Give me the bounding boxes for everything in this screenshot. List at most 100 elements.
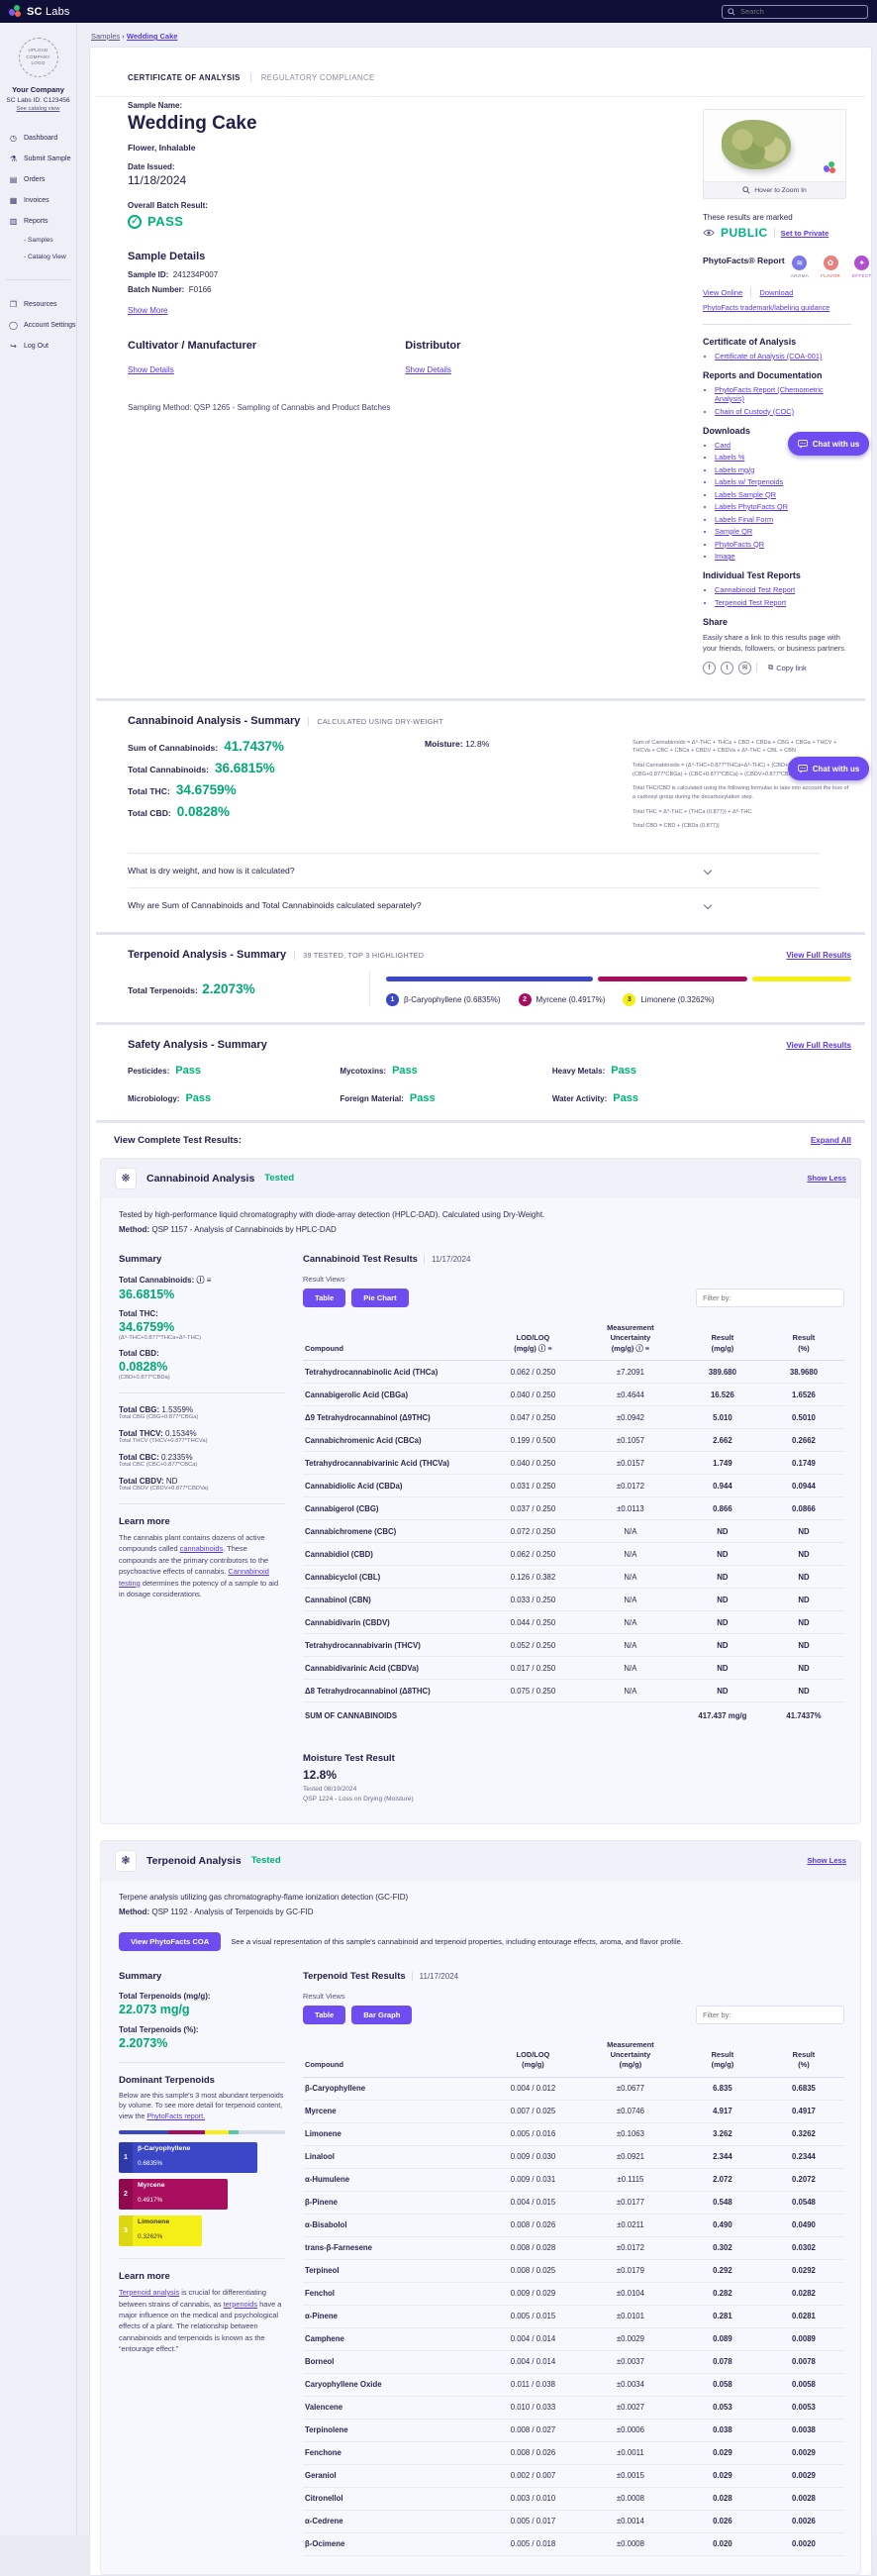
coa-link[interactable]: Certificate of Analysis (COA-001) (715, 352, 822, 361)
sidebar-item[interactable]: ⚗ Submit Sample (0, 149, 76, 169)
view-online-link[interactable]: View Online (703, 288, 742, 297)
search-input[interactable] (740, 7, 862, 16)
individual-report-link[interactable]: Cannabinoid Test Report (715, 585, 795, 594)
download-item-link[interactable]: PhytoFacts QR (715, 540, 764, 549)
sidebar-item[interactable]: ◷ Dashboard (0, 128, 76, 149)
terpenoid-total: Total Terpenoids (mg/g): 22.073 mg/g (119, 1992, 285, 2016)
email-icon[interactable]: ✉ (738, 661, 751, 674)
safety-item-result: Pass (175, 1064, 201, 1077)
uncertainty-value: ±0.0037 (578, 2350, 682, 2374)
global-search[interactable] (722, 4, 868, 19)
breadcrumb-samples-link[interactable]: Samples (91, 32, 120, 41)
lod-loq-value: 0.126 / 0.382 (486, 1565, 579, 1590)
tab-certificate-of-analysis[interactable]: CERTIFICATE OF ANALYSIS (128, 73, 241, 82)
download-item-link[interactable]: Card (715, 441, 731, 450)
terpenoid-total-label: Total Terpenoids (%): (119, 2024, 199, 2034)
report-doc-link[interactable]: Chain of Custody (COC) (715, 407, 794, 416)
distributor-show-details-link[interactable]: Show Details (405, 365, 451, 374)
cannabinoid-show-less-link[interactable]: Show Less (807, 1174, 846, 1183)
terpenoid-show-less-link[interactable]: Show Less (807, 1856, 846, 1865)
individual-report-link[interactable]: Terpenoid Test Report (715, 598, 786, 607)
subtotal-formula: Total CBDV (CBDV+0.877*CBDVa) (119, 1485, 209, 1492)
pie-chart-view-button[interactable]: Pie Chart (351, 1288, 409, 1307)
sample-photo[interactable]: Hover to Zoom In (703, 109, 846, 199)
download-item-link[interactable]: Labels Final Form (715, 515, 773, 524)
safety-item-label: Heavy Metals: (551, 1066, 606, 1076)
phytofacts-report-link[interactable]: PhytoFacts report. (146, 2112, 205, 2120)
sclabs-logo[interactable]: SC Labs (7, 5, 70, 18)
pass-check-icon: ✓ (128, 214, 142, 229)
compound-name: Cannabichromene (CBC) (303, 1519, 487, 1544)
hover-to-zoom[interactable]: Hover to Zoom In (704, 181, 845, 198)
lod-loq-value: 0.009 / 0.030 (486, 2145, 579, 2169)
phytofacts-guidance-link[interactable]: PhytoFacts trademark/labeling guidance (703, 303, 851, 312)
set-to-private-link[interactable]: Set to Private (781, 229, 829, 238)
dominant-pct: 0.4917% (138, 2197, 163, 2205)
table-row: Cannabichromenic Acid (CBCa) 0.199 / 0.5… (303, 1428, 844, 1453)
upload-company-logo[interactable]: UPLOAD COMPANY LOGO (18, 38, 58, 77)
lod-loq-value: 0.047 / 0.250 (486, 1405, 579, 1430)
download-item-link[interactable]: Labels PhytoFacts QR (715, 502, 788, 511)
report-doc-link[interactable]: PhytoFacts Report (Chemometric Analysis) (715, 385, 824, 403)
facebook-icon[interactable]: f (703, 661, 716, 674)
terpenoid-total-label: Total Terpenoids (mg/g): (119, 1991, 211, 2001)
cannabinoid-learn-more-text: The cannabis plant contains dozens of ac… (119, 1532, 279, 1599)
sidebar-sub-item[interactable]: - Samples (0, 232, 76, 249)
safety-item: Pesticides: Pass (128, 1065, 340, 1077)
result-mgg-value: 0.281 (681, 2305, 763, 2328)
uncertainty-value: N/A (578, 1656, 682, 1681)
faq-accordion-row[interactable]: What is dry weight, and how is it calcul… (128, 852, 820, 887)
expand-all-link[interactable]: Expand All (811, 1136, 851, 1145)
download-item-link[interactable]: Image (715, 552, 735, 561)
sidebar-sub-item[interactable]: - Catalog View (0, 249, 76, 265)
faq-accordion-row[interactable]: Why are Sum of Cannabinoids and Total Ca… (128, 886, 820, 922)
terpenoid-summary-meta: 39 TESTED, TOP 3 HIGHLIGHTED (294, 950, 424, 960)
sidebar-item[interactable]: ▥ Reports (0, 211, 76, 232)
terpenoid-results-title: Terpenoid Test Results 11/17/2024 (303, 1970, 459, 1982)
download-item-link[interactable]: Labels mg/g (715, 465, 754, 474)
cannabinoid-results-table: Compound LOD/LOQ (mg/g) ⓘ ≡ Measurement … (303, 1318, 844, 1727)
download-link[interactable]: Download (759, 288, 793, 297)
sidebar-footer-item[interactable]: ❒ Resources (0, 294, 76, 315)
result-views-label: Result Views (303, 1274, 345, 1284)
sidebar-footer-item[interactable]: ◯ Account Settings (0, 315, 76, 336)
subtotal-label: Total CBC: (119, 1452, 159, 1462)
download-item-link[interactable]: Labels w/ Terpenoids (715, 477, 783, 486)
download-item-link[interactable]: Labels % (715, 453, 744, 462)
tab-regulatory-compliance[interactable]: REGULATORY COMPLIANCE (249, 73, 375, 82)
safety-item-result: Pass (409, 1091, 436, 1104)
terpenoid-analysis-link[interactable]: Terpenoid analysis (119, 2288, 179, 2297)
view-phytofacts-coa-button[interactable]: View PhytoFacts COA (119, 1931, 222, 1951)
cannabinoid-filter-input[interactable] (696, 1288, 844, 1307)
terpenoid-view-full-results-link[interactable]: View Full Results (786, 951, 851, 960)
result-pct-value: ND (762, 1633, 844, 1658)
result-mgg-value: 0.029 (681, 2464, 763, 2488)
copy-link-button[interactable]: ⧉ Copy link (768, 663, 807, 672)
result-pct-value: ND (762, 1588, 844, 1612)
bar-graph-view-button[interactable]: Bar Graph (351, 2005, 413, 2024)
cannabinoid-learn-more-title: Learn more (119, 1515, 170, 1527)
cannabinoids-link[interactable]: cannabinoids (180, 1544, 224, 1553)
table-view-button[interactable]: Table (303, 2005, 346, 2024)
download-item-link[interactable]: Labels Sample QR (715, 490, 776, 499)
sidebar-footer-item[interactable]: ↪ Log Out (0, 336, 76, 357)
cultivator-show-details-link[interactable]: Show Details (128, 365, 174, 374)
sidebar-item[interactable]: ▦ Invoices (0, 190, 76, 211)
moisture-label: Moisture: (425, 738, 463, 749)
terpenoids-link[interactable]: terpenoids (224, 2300, 258, 2309)
table-row: α-Pinene 0.005 / 0.015 ±0.0101 0.281 0.0… (303, 2305, 844, 2328)
see-catalog-view-link[interactable]: See catalog view (0, 106, 76, 112)
twitter-icon[interactable]: t (721, 661, 733, 674)
terpenoid-filter-input[interactable] (696, 2005, 844, 2024)
chat-with-us-button[interactable]: Chat with us (788, 432, 869, 456)
safety-view-full-results-link[interactable]: View Full Results (786, 1041, 851, 1050)
summary-value-label: Sum of Cannabinoids: (128, 742, 219, 753)
result-pct-value: 0.0282 (762, 2282, 844, 2306)
download-item-link[interactable]: Sample QR (715, 527, 752, 536)
chat-with-us-button[interactable]: Chat with us (788, 757, 869, 780)
sidebar-item[interactable]: ▤ Orders (0, 169, 76, 190)
show-more-link[interactable]: Show More (128, 306, 167, 315)
result-pct-value: 0.0028 (762, 2487, 844, 2511)
date-issued-label: Date Issued: (128, 162, 175, 171)
table-view-button[interactable]: Table (303, 1288, 346, 1307)
